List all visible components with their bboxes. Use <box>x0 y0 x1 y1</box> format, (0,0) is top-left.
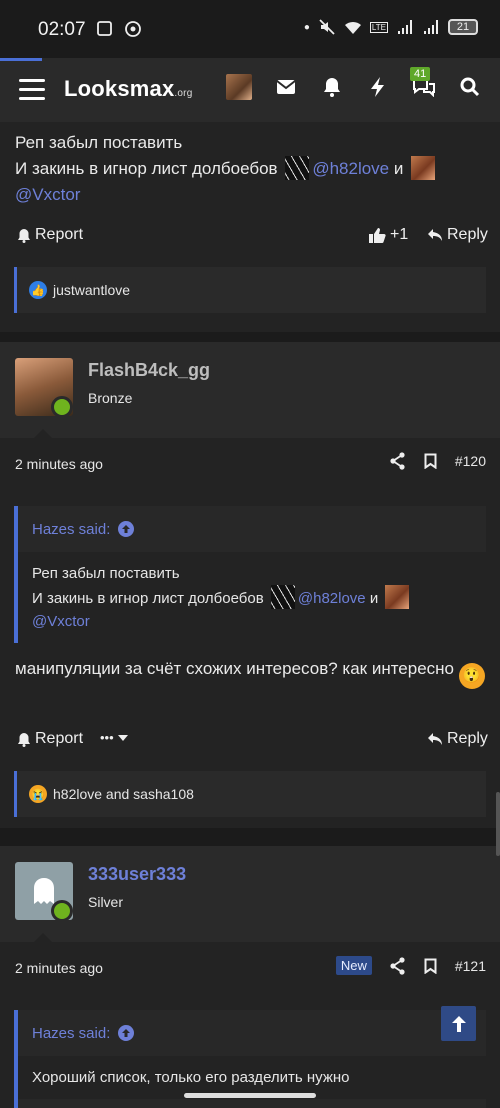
post-actions: Report ••• Reply <box>0 726 500 756</box>
post-line: И закинь в игнор лист долбоебов @h82love… <box>15 156 485 182</box>
post-time[interactable]: 2 minutes ago <box>15 456 103 472</box>
divider <box>0 332 500 342</box>
app-notification-icon <box>125 21 141 37</box>
search-icon[interactable] <box>458 75 482 99</box>
like-button[interactable]: +1 <box>368 226 408 244</box>
divider <box>0 836 500 846</box>
post-120: 2 minutes ago #120 Hazes said: Реп забыл… <box>0 429 500 828</box>
signal2-icon <box>424 20 438 34</box>
alerts-badge: 41 <box>410 67 431 81</box>
lte-icon: LTE <box>369 21 388 33</box>
quote-body: Реп забыл поставить И закинь в игнор лис… <box>18 552 486 643</box>
post-author-block: FlashB4ck_gg Bronze <box>0 342 500 438</box>
mention-link[interactable]: @Vxctor <box>32 613 90 630</box>
bolt-icon[interactable] <box>366 75 390 99</box>
screenshot-icon <box>97 21 112 36</box>
post-time[interactable]: 2 minutes ago <box>15 960 103 976</box>
mention-avatar <box>285 156 310 180</box>
bell-icon <box>18 228 30 243</box>
scrollbar[interactable] <box>496 792 500 856</box>
mention-avatar <box>411 156 436 180</box>
mention-avatar <box>385 585 410 609</box>
bookmark-icon[interactable] <box>424 453 437 469</box>
home-indicator[interactable] <box>184 1093 316 1098</box>
share-icon[interactable] <box>390 452 406 470</box>
quote-author: Hazes said: <box>32 520 111 538</box>
bell-icon <box>18 732 30 747</box>
menu-icon[interactable] <box>19 79 45 101</box>
quote-author: Hazes said: <box>32 1024 111 1042</box>
nav-icons: 41 <box>226 67 482 100</box>
author-username[interactable]: FlashB4ck_gg <box>88 360 210 381</box>
report-button[interactable]: Report <box>17 730 83 748</box>
arrow-up-icon <box>451 1015 466 1032</box>
arrow-up-icon[interactable] <box>118 1025 135 1041</box>
bookmark-icon[interactable] <box>424 958 437 974</box>
bell-icon[interactable] <box>320 75 344 99</box>
author-rank: Bronze <box>88 390 133 406</box>
alerts-icon[interactable]: 41 <box>410 67 436 99</box>
thumbs-up-icon <box>369 227 386 243</box>
post-121: 2 minutes ago New #121 Hazes said: Хорош… <box>0 933 500 1108</box>
reply-button[interactable]: Reply <box>427 730 488 748</box>
share-icon[interactable] <box>390 956 406 975</box>
post-line: Реп забыл поставить <box>15 133 183 152</box>
online-indicator <box>51 396 73 418</box>
more-button[interactable]: ••• <box>100 730 128 745</box>
reactions-users: h82love and sasha108 <box>53 786 194 802</box>
arrow-up-icon[interactable] <box>118 521 135 537</box>
status-time: 02:07 <box>38 19 86 40</box>
site-logo[interactable]: Looksmax.org <box>64 76 192 102</box>
scroll-to-top-button[interactable] <box>441 1006 476 1041</box>
wifi-icon <box>344 21 361 34</box>
reply-icon <box>428 733 442 745</box>
astonished-emoji-icon: 😲 <box>458 663 485 689</box>
reactions-users: justwantlove <box>53 282 131 298</box>
report-button[interactable]: Report <box>17 226 83 244</box>
post-body: Реп забыл поставить И закинь в игнор лис… <box>15 130 485 208</box>
post-body: манипуляции за счёт схожих интересов? ка… <box>15 654 485 689</box>
like-reaction-icon: 👍 <box>29 281 47 299</box>
online-indicator <box>51 900 73 922</box>
reply-icon <box>428 229 442 241</box>
post-number[interactable]: #120 <box>455 453 486 469</box>
post-actions: Report +1 Reply <box>0 222 500 252</box>
mention-link[interactable]: @h82love <box>298 590 366 607</box>
dot-icon: ● <box>303 21 310 33</box>
mention-link[interactable]: @Vxctor <box>15 185 80 204</box>
status-bar: 02:07 ● LTE 21 <box>0 0 500 58</box>
author-username[interactable]: 333user333 <box>88 864 186 885</box>
user-avatar[interactable] <box>226 74 252 100</box>
reactions-bar[interactable]: 😭 h82love and sasha108 <box>14 771 486 817</box>
chevron-down-icon <box>117 734 128 741</box>
site-header: Looksmax.org 41 <box>0 58 500 122</box>
post-number[interactable]: #121 <box>455 958 486 974</box>
signal1-icon <box>398 20 412 34</box>
new-badge: New <box>335 956 372 975</box>
reply-button[interactable]: Reply <box>427 226 488 244</box>
inbox-icon[interactable] <box>274 75 298 99</box>
quote-header[interactable]: Hazes said: <box>18 506 486 552</box>
post-top: Реп забыл поставить И закинь в игнор лис… <box>0 122 500 332</box>
status-left-icons <box>96 20 142 38</box>
status-right-icons: ● LTE 21 <box>304 18 478 36</box>
mute-icon <box>319 19 335 35</box>
author-rank: Silver <box>88 894 124 910</box>
caret <box>34 933 52 942</box>
laugh-reaction-icon: 😭 <box>29 785 47 803</box>
quote-header[interactable]: Hazes said: <box>18 1010 486 1056</box>
quote-block: Hazes said: Реп забыл поставить И закинь… <box>14 506 486 643</box>
nav-accent <box>0 58 42 61</box>
mention-avatar <box>270 585 295 609</box>
caret <box>34 429 52 438</box>
reactions-bar[interactable]: 👍 justwantlove <box>14 267 486 313</box>
post-author-block: 333user333 Silver <box>0 846 500 942</box>
post-meta: 2 minutes ago New #121 <box>0 954 500 984</box>
mention-link[interactable]: @h82love <box>312 159 389 178</box>
battery-icon: 21 <box>448 19 478 35</box>
post-meta: 2 minutes ago #120 <box>0 450 500 480</box>
